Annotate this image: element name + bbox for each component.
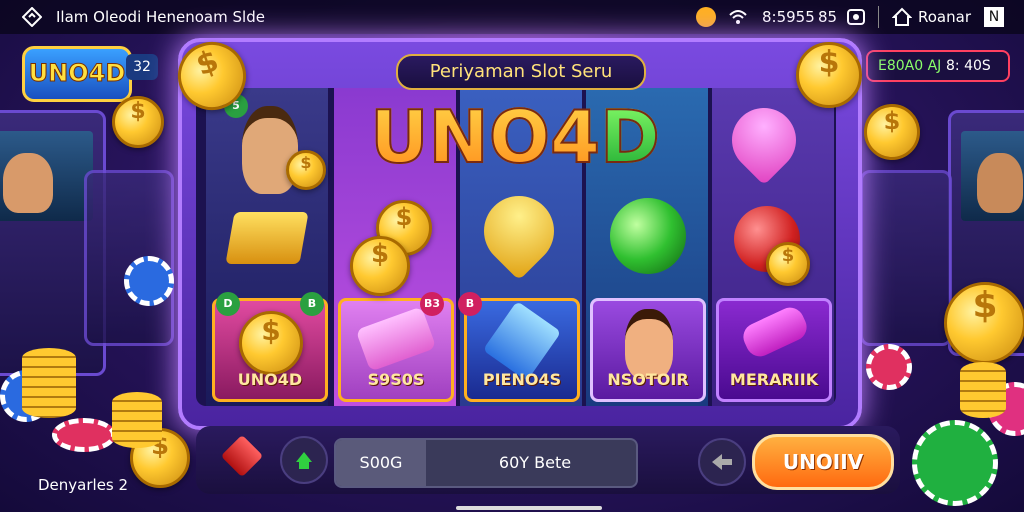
gold-coin-icon — [112, 96, 164, 148]
tile-badge: B — [300, 292, 324, 316]
score-right: 8: 40S — [946, 58, 991, 74]
gold-coin-icon — [864, 104, 920, 160]
gold-coin-icon — [286, 150, 326, 190]
spin-button[interactable]: UNOIIV — [752, 434, 894, 490]
uno4d-logo[interactable]: UNO4D — [22, 46, 132, 102]
home-icon — [296, 452, 312, 469]
casino-chip-icon — [52, 418, 116, 452]
gold-coin-icon — [944, 282, 1024, 364]
tile-label: MERARIIK — [729, 370, 819, 389]
reel-tile[interactable]: MERARIIK — [716, 298, 832, 402]
back-button[interactable] — [698, 438, 746, 486]
player-avatar — [3, 153, 53, 213]
home-button[interactable] — [280, 436, 328, 484]
gold-coin-icon — [766, 242, 810, 286]
arcade-machine-right-2 — [860, 170, 952, 346]
tile-label: UNO4D — [237, 370, 303, 389]
coin-stack — [960, 362, 1006, 418]
tile-label: S9S0S — [367, 370, 425, 389]
game-title-d: D — [599, 94, 661, 180]
gem-button[interactable] — [220, 434, 264, 478]
tile-label: PIENO4S — [482, 370, 562, 389]
gold-coin-icon — [796, 42, 862, 108]
gold-coin-icon — [239, 311, 303, 375]
tile-badge: B3 — [420, 292, 444, 316]
divider — [878, 6, 879, 28]
notification-icon[interactable] — [696, 7, 716, 27]
tile-badge: B — [458, 292, 482, 316]
home-indicator — [456, 506, 602, 510]
wifi-icon — [729, 10, 747, 24]
coin-stack — [112, 392, 162, 448]
coin-stack — [22, 348, 76, 418]
battery-level: 85 — [818, 8, 838, 26]
account-name[interactable]: Roanar — [918, 8, 971, 26]
footer-label: Denyarles 2 — [38, 476, 129, 494]
menu-icon[interactable]: N — [984, 7, 1004, 27]
logo-badge: 32 — [126, 54, 158, 80]
casino-chip-icon — [912, 420, 998, 506]
tile-label: NSOTOIR — [607, 370, 689, 389]
hammer-icon — [738, 303, 812, 361]
score-display: E80A0 AJ 8: 40S — [866, 50, 1010, 82]
reel-tile[interactable]: NSOTOIR — [590, 298, 706, 402]
game-title-main: UNO4 — [369, 94, 601, 180]
arrow-left-icon — [712, 454, 732, 470]
app-title: Ilam Oleodi Henenoam Slde — [56, 8, 265, 26]
tile-badge: D — [216, 292, 240, 316]
score-left: E80A0 AJ — [878, 58, 942, 74]
bet-value[interactable]: S00G — [336, 440, 426, 486]
red-gem-icon — [220, 434, 264, 478]
home-icon[interactable] — [892, 7, 912, 27]
player-avatar — [977, 153, 1023, 213]
gold-coin-icon — [350, 236, 410, 296]
game-title: UNO4D — [350, 92, 680, 182]
casino-chip-icon — [866, 344, 912, 390]
settings-icon[interactable] — [846, 7, 866, 27]
bet-text: 60Y Bete — [498, 453, 572, 472]
casino-chip-icon — [124, 256, 174, 306]
app-icon — [22, 7, 42, 27]
banner-title: Periyaman Slot Seru — [396, 54, 646, 90]
ribbon-icon — [355, 306, 437, 372]
clock: 8:5955 — [762, 8, 815, 26]
reel-tile[interactable]: PIENO4S — [464, 298, 580, 402]
status-bar: Ilam Oleodi Henenoam Slde 8:5955 85 Roan… — [0, 0, 1024, 34]
